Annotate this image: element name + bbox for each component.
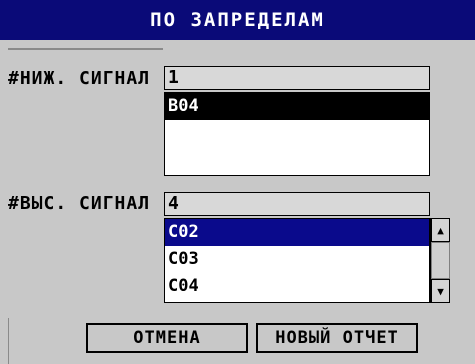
divider bbox=[8, 318, 9, 364]
new-report-button[interactable]: НОВЫЙ ОТЧЕТ bbox=[256, 323, 418, 353]
dialog-body: #НИЖ. СИГНАЛ 1 B04 #ВЫС. СИГНАЛ 4 C02 C0… bbox=[0, 40, 475, 364]
up-arrow-icon: ▲ bbox=[437, 223, 444, 237]
cancel-button[interactable]: ОТМЕНА bbox=[86, 323, 248, 353]
dialog-title: ПО ЗАПРЕДЕЛАМ bbox=[150, 9, 325, 31]
list-item[interactable]: C03 bbox=[165, 246, 429, 273]
dialog-title-bar: ПО ЗАПРЕДЕЛАМ bbox=[0, 0, 475, 40]
high-alarm-list[interactable]: C02 C03 C04 bbox=[164, 218, 430, 303]
list-item[interactable]: C04 bbox=[165, 273, 429, 300]
scroll-up-button[interactable]: ▲ bbox=[431, 218, 450, 242]
high-alarm-count-field[interactable]: 4 bbox=[164, 192, 430, 216]
list-item[interactable]: B04 bbox=[165, 93, 429, 120]
high-alarm-label: #ВЫС. СИГНАЛ bbox=[8, 193, 151, 214]
high-alarm-scrollbar[interactable]: ▲ ▼ bbox=[430, 218, 450, 303]
low-alarm-list[interactable]: B04 bbox=[164, 92, 430, 176]
down-arrow-icon: ▼ bbox=[437, 284, 444, 298]
low-alarm-count-field[interactable]: 1 bbox=[164, 66, 430, 90]
low-alarm-label: #НИЖ. СИГНАЛ bbox=[8, 68, 151, 89]
scroll-thumb[interactable] bbox=[431, 242, 450, 279]
divider bbox=[8, 48, 163, 50]
scroll-down-button[interactable]: ▼ bbox=[431, 279, 450, 303]
list-item[interactable]: C02 bbox=[165, 219, 429, 246]
